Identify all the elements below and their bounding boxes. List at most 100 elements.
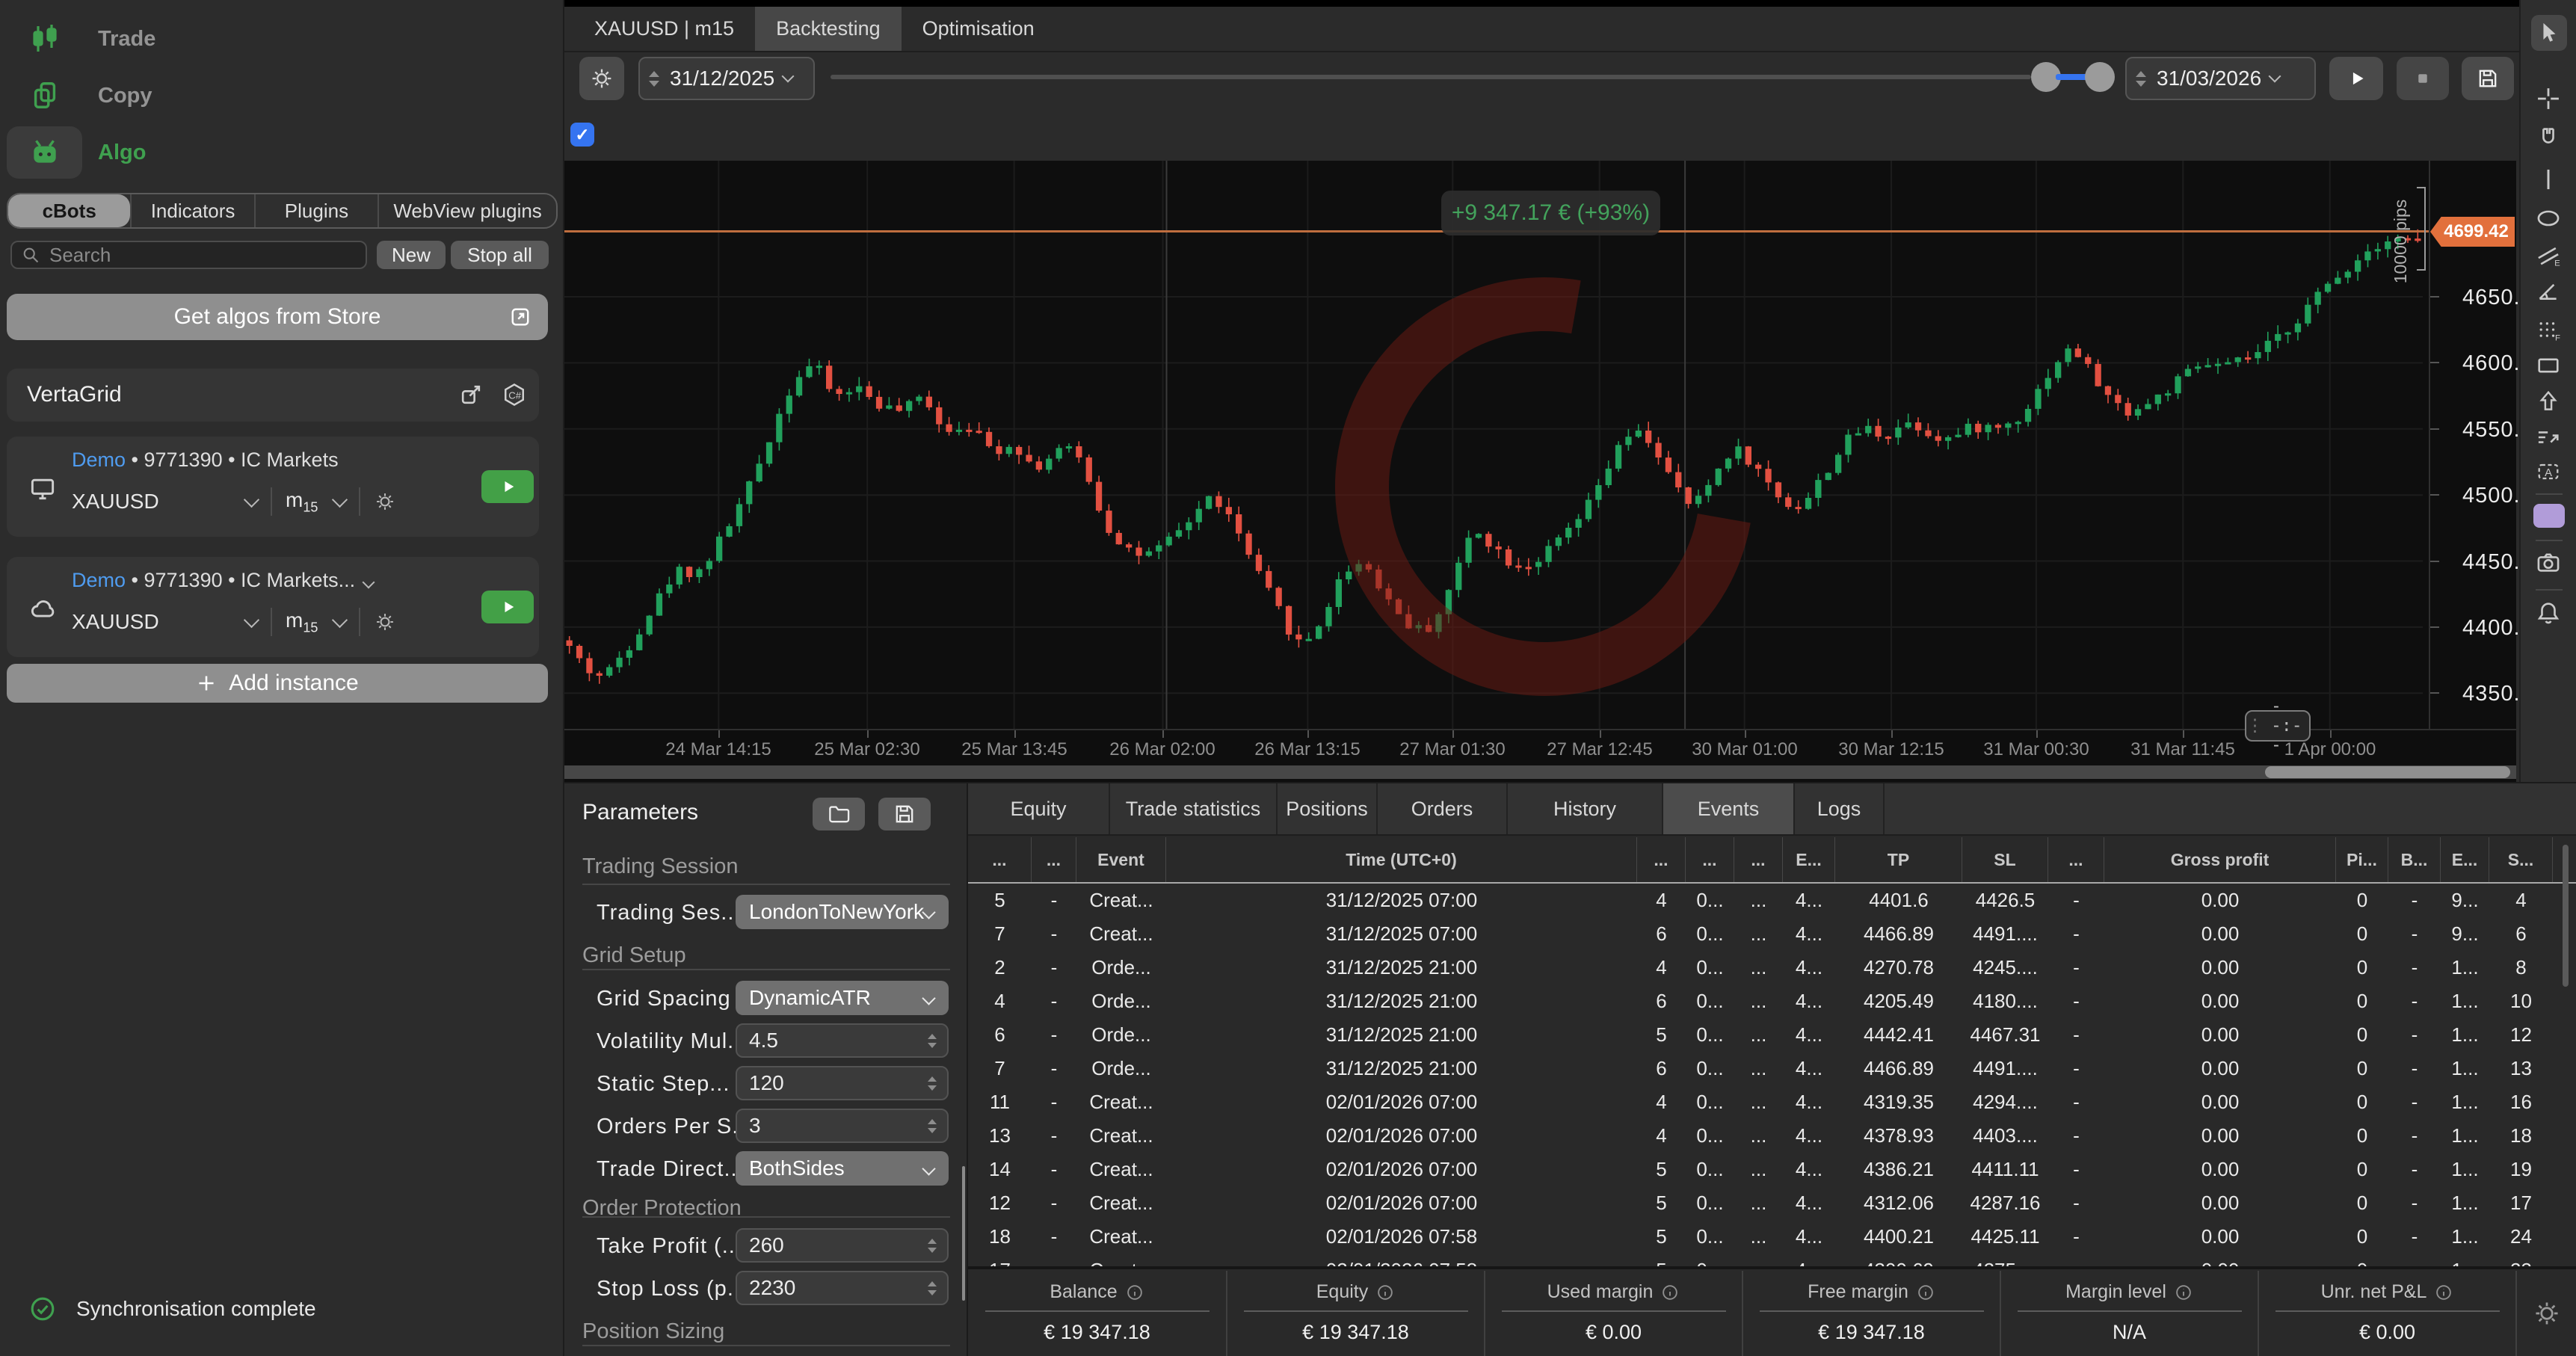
start-instance-button[interactable] (481, 470, 534, 503)
tab-history[interactable]: History (1508, 783, 1663, 834)
table-row[interactable]: 11-Creat...02/01/2026 07:0040......4...4… (968, 1085, 2576, 1119)
fibonacci-grid-icon[interactable]: F (2535, 316, 2562, 343)
tab-equity[interactable]: Equity (968, 783, 1110, 834)
param-stepper[interactable] (928, 1281, 937, 1295)
tab-backtesting[interactable]: Backtesting (755, 7, 902, 51)
tab-xauusd-m15[interactable]: XAUUSD | m15 (573, 7, 755, 51)
column-header[interactable]: E... (1783, 837, 1835, 882)
instance-card-2[interactable]: Demo • 9771390 • IC Markets...XAUUSDm15 (7, 557, 539, 657)
table-row[interactable]: 7-Creat...31/12/2025 07:0060......4...44… (968, 917, 2576, 951)
color-swatch[interactable] (2533, 504, 2565, 528)
column-header[interactable]: Gross profit (2104, 837, 2336, 882)
column-header[interactable]: Time (UTC+0) (1166, 837, 1637, 882)
column-header[interactable]: ... (1032, 837, 1076, 882)
table-row[interactable]: 18-Creat...02/01/2026 07:5850......4...4… (968, 1220, 2576, 1254)
add-instance-button[interactable]: Add instance (7, 664, 548, 703)
param-stepper[interactable] (928, 1119, 937, 1133)
instance-settings-icon[interactable] (374, 490, 396, 513)
info-icon[interactable] (1660, 1283, 1680, 1302)
bell-icon[interactable] (2535, 600, 2562, 626)
timeframe-select[interactable]: m15 (286, 488, 345, 516)
play-backtest-button[interactable] (2329, 57, 2383, 100)
cursor-icon[interactable] (2535, 19, 2562, 46)
info-icon[interactable] (1125, 1283, 1144, 1302)
magnet-icon[interactable] (2535, 124, 2562, 151)
chart-scrollbar[interactable] (564, 765, 2516, 779)
equidistant-channel-icon[interactable]: E (2535, 241, 2562, 268)
column-header[interactable]: S... (2489, 837, 2553, 882)
time-axis[interactable]: 24 Mar 14:1525 Mar 02:3025 Mar 13:4526 M… (564, 729, 2516, 763)
stop-backtest-button[interactable] (2397, 57, 2449, 100)
table-row[interactable]: 6-Orde...31/12/2025 21:0050......4...444… (968, 1018, 2576, 1052)
param-select-trading-ses[interactable]: LondonToNewYork (736, 895, 949, 929)
end-date-picker[interactable]: 31/03/2026 (2125, 57, 2316, 100)
load-parameters-button[interactable] (813, 798, 865, 830)
new-button[interactable]: New (377, 241, 446, 269)
table-row[interactable]: 4-Orde...31/12/2025 21:0060......4...420… (968, 984, 2576, 1018)
date-stepper[interactable] (2136, 71, 2146, 87)
events-table[interactable]: ......EventTime (UTC+0).........E...TPSL… (968, 837, 2576, 1269)
tab-trade-statistics[interactable]: Trade statistics (1110, 783, 1278, 834)
param-input-static-step[interactable]: 120 (736, 1066, 949, 1100)
get-algos-from-store-button[interactable]: Get algos from Store (7, 294, 548, 340)
date-stepper[interactable] (649, 71, 659, 87)
param-stepper[interactable] (928, 1076, 937, 1091)
events-scrollbar-thumb[interactable] (2563, 845, 2569, 987)
sidebar-item-trade[interactable]: Trade (0, 12, 561, 66)
param-stepper[interactable] (928, 1239, 937, 1253)
table-row[interactable]: 7-Orde...31/12/2025 21:0060......4...446… (968, 1052, 2576, 1085)
share-icon[interactable] (458, 382, 484, 407)
param-stepper[interactable] (928, 1034, 937, 1048)
info-icon[interactable] (2434, 1283, 2453, 1302)
camera-icon[interactable] (2535, 549, 2562, 576)
symbol-select[interactable]: XAUUSD (72, 490, 257, 514)
info-icon[interactable] (1375, 1283, 1395, 1302)
search-box[interactable] (10, 241, 367, 269)
param-select-grid-spacing[interactable]: DynamicATR (736, 981, 949, 1015)
text-box-icon[interactable]: A (2535, 458, 2562, 485)
save-parameters-button[interactable] (878, 798, 931, 830)
period-slider-track[interactable] (831, 75, 2031, 79)
table-row[interactable]: 2-Orde...31/12/2025 21:0040......4...427… (968, 951, 2576, 984)
sidebar-tab-plugins[interactable]: Plugins (254, 194, 378, 227)
column-header[interactable]: E... (2441, 837, 2489, 882)
column-header[interactable]: Pi... (2336, 837, 2388, 882)
chevron-down-icon[interactable] (363, 576, 375, 589)
table-row[interactable]: 13-Creat...02/01/2026 07:0040......4...4… (968, 1119, 2576, 1153)
column-header[interactable]: ... (1637, 837, 1686, 882)
tab-events[interactable]: Events (1663, 783, 1795, 834)
param-input-orders-per-s[interactable]: 3 (736, 1109, 949, 1143)
arrow-up-icon[interactable] (2535, 388, 2562, 415)
chart-scrollbar-thumb[interactable] (2265, 766, 2510, 778)
tab-positions[interactable]: Positions (1278, 783, 1378, 834)
instance-settings-icon[interactable] (374, 611, 396, 633)
vertical-line-icon[interactable] (2535, 166, 2562, 193)
algo-card-vertagrid[interactable]: VertaGrid C# (7, 369, 539, 422)
sidebar-item-algo[interactable]: Algo (0, 126, 561, 179)
column-header[interactable]: ... (2048, 837, 2104, 882)
param-input-take-profit[interactable]: 260 (736, 1228, 949, 1263)
param-input-stop-loss-p[interactable]: 2230 (736, 1271, 949, 1305)
rectangle-icon[interactable] (2535, 352, 2562, 379)
column-header[interactable]: ... (968, 837, 1032, 882)
search-input[interactable] (48, 243, 357, 268)
csharp-source-icon[interactable]: C# (502, 382, 527, 407)
symbol-select[interactable]: XAUUSD (72, 610, 257, 634)
tab-optimisation[interactable]: Optimisation (902, 7, 1056, 51)
instance-card-1[interactable]: Demo • 9771390 • IC MarketsXAUUSDm15 (7, 437, 539, 537)
column-header[interactable]: B... (2388, 837, 2441, 882)
period-slider-handle-right[interactable] (2085, 62, 2115, 92)
backtest-settings-button[interactable] (579, 57, 624, 100)
price-note-icon[interactable] (2535, 424, 2562, 451)
table-row[interactable]: 12-Creat...02/01/2026 07:0050......4...4… (968, 1186, 2576, 1220)
trend-angle-icon[interactable] (2535, 277, 2562, 304)
column-header[interactable]: Event (1076, 837, 1166, 882)
sidebar-item-copy[interactable]: Copy (0, 69, 561, 123)
sidebar-tab-indicators[interactable]: Indicators (130, 194, 253, 227)
column-header[interactable]: ... (1734, 837, 1783, 882)
settings-gear-icon[interactable] (2532, 1298, 2562, 1328)
table-row[interactable]: 5-Creat...31/12/2025 07:0040......4...44… (968, 884, 2576, 917)
info-icon[interactable] (2174, 1283, 2193, 1302)
info-icon[interactable] (1916, 1283, 1935, 1302)
crosshair-icon[interactable] (2535, 85, 2562, 112)
